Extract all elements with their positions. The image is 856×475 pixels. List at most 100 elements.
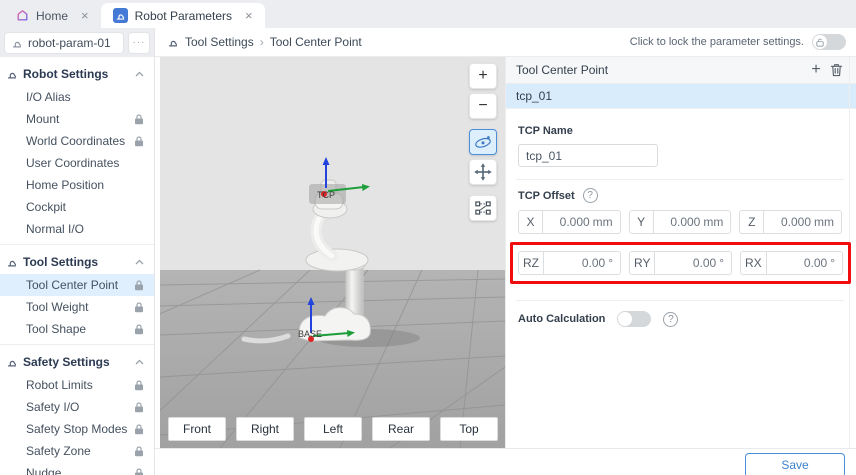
offset-field-y: Y 0.000 mm (629, 210, 732, 234)
sidebar-item-safety-zone[interactable]: Safety Zone (0, 440, 154, 462)
sidebar-item-normal-io[interactable]: Normal I/O (0, 218, 154, 240)
parameter-lock-toggle[interactable] (812, 34, 846, 50)
highlight-annotation: RZ 0.00 ° RY 0.00 ° RX (510, 242, 851, 284)
breadcrumb-current: Tool Center Point (270, 35, 362, 49)
sidebar-item-tool-shape[interactable]: Tool Shape (0, 318, 154, 340)
robot-arm-icon (6, 256, 18, 268)
sidebar-item-cockpit[interactable]: Cockpit (0, 196, 154, 218)
panel-title: Tool Center Point (516, 63, 608, 77)
tcp-name-input[interactable] (518, 144, 658, 167)
tcp-offset-label: TCP Offset ? (518, 188, 842, 203)
pan-move-button[interactable] (469, 159, 497, 185)
panel-header: Tool Center Point + (506, 57, 856, 84)
tcp-list-item-tcp01[interactable]: tcp_01 (506, 84, 856, 109)
view-rear-button[interactable]: Rear (372, 417, 430, 441)
zoom-in-button[interactable]: + (469, 63, 497, 89)
auto-calculation-label: Auto Calculation (518, 313, 605, 325)
delete-tcp-button[interactable] (826, 60, 846, 80)
chevron-up-icon[interactable] (135, 259, 144, 265)
lock-icon (134, 324, 144, 335)
sidebar-item-nudge[interactable]: Nudge (0, 462, 154, 475)
robot-arm-icon (6, 68, 18, 80)
auto-calculation-toggle[interactable] (617, 311, 651, 327)
view-preset-row: Front Right Left Rear Top (168, 417, 498, 441)
sidebar-item-safety-io[interactable]: Safety I/O (0, 396, 154, 418)
home-icon (16, 9, 29, 22)
offset-z-input[interactable]: 0.000 mm (764, 210, 842, 234)
lock-icon (134, 402, 144, 413)
axis-label: Y (629, 210, 654, 234)
robot-parameters-app: Home × Robot Parameters × robot-param-01 (0, 0, 856, 475)
axis-label: X (518, 210, 543, 234)
tcp-settings-panel: Tool Center Point + tcp_01 TCP Name TCP … (505, 57, 856, 448)
sidebar-item-tool-weight[interactable]: Tool Weight (0, 296, 154, 318)
section-label: Robot Settings (23, 67, 108, 81)
robot-3d-scene: TCP BASE (160, 57, 505, 448)
orbit-rotate-button[interactable] (469, 129, 497, 155)
robot-arm-icon (11, 37, 23, 49)
lock-icon (134, 380, 144, 391)
footer-bar: Save (155, 448, 856, 475)
sidebar-item-home-position[interactable]: Home Position (0, 174, 154, 196)
section-robot-settings[interactable]: Robot Settings (0, 61, 154, 86)
robot-arm-icon (167, 36, 179, 48)
measure-points-button[interactable] (469, 195, 497, 221)
lock-icon (134, 136, 144, 147)
close-icon[interactable]: × (81, 8, 89, 23)
sidebar-item-io-alias[interactable]: I/O Alias (0, 86, 154, 108)
offset-x-input[interactable]: 0.000 mm (543, 210, 621, 234)
sidebar-item-safety-stop-modes[interactable]: Safety Stop Modes (0, 418, 154, 440)
zoom-out-button[interactable]: − (469, 93, 497, 119)
pan-move-icon (473, 162, 493, 182)
sidebar-item-user-coordinates[interactable]: User Coordinates (0, 152, 154, 174)
tcp-offset-rotation-row: RZ 0.00 ° RY 0.00 ° RX (518, 251, 843, 275)
close-icon[interactable]: × (245, 8, 253, 23)
view-left-button[interactable]: Left (304, 417, 362, 441)
breadcrumb: Tool Settings › Tool Center Point (167, 35, 362, 49)
offset-rx-input[interactable]: 0.00 ° (767, 251, 843, 275)
axis-label: RX (740, 251, 767, 275)
sidebar-item-mount[interactable]: Mount (0, 108, 154, 130)
more-options-button[interactable]: ··· (128, 32, 150, 54)
help-icon[interactable]: ? (663, 312, 678, 327)
tab-home[interactable]: Home × (4, 3, 101, 28)
section-label: Tool Settings (23, 255, 98, 269)
viewport-controls: + − (469, 63, 497, 221)
help-icon[interactable]: ? (583, 188, 598, 203)
sidebar-item-robot-limits[interactable]: Robot Limits (0, 374, 154, 396)
divider (0, 344, 154, 345)
add-tcp-button[interactable]: + (806, 60, 826, 80)
tcp-name-label: TCP Name (518, 125, 842, 137)
breadcrumb-separator: › (260, 35, 264, 49)
trash-icon (830, 63, 843, 77)
section-safety-settings[interactable]: Safety Settings (0, 349, 154, 374)
lock-icon (134, 302, 144, 313)
orbit-rotate-icon (473, 132, 493, 152)
sidebar-item-world-coordinates[interactable]: World Coordinates (0, 130, 154, 152)
offset-field-z: Z 0.000 mm (739, 210, 842, 234)
tcp-frame-label: TCP (317, 190, 335, 200)
param-name-box[interactable]: robot-param-01 (4, 32, 124, 54)
breadcrumb-parent[interactable]: Tool Settings (185, 35, 254, 49)
viewport-3d[interactable]: TCP BASE + − (160, 57, 505, 448)
offset-y-input[interactable]: 0.000 mm (654, 210, 732, 234)
view-front-button[interactable]: Front (168, 417, 226, 441)
tab-robot-parameters-label: Robot Parameters (135, 9, 232, 23)
tab-home-label: Home (36, 9, 68, 23)
divider (516, 300, 844, 301)
chevron-up-icon[interactable] (135, 359, 144, 365)
save-button[interactable]: Save (745, 453, 845, 475)
offset-ry-input[interactable]: 0.00 ° (655, 251, 732, 275)
chevron-up-icon[interactable] (135, 71, 144, 77)
tab-bar: Home × Robot Parameters × (0, 0, 856, 28)
sidebar-item-tool-center-point[interactable]: Tool Center Point (0, 274, 154, 296)
tab-robot-parameters[interactable]: Robot Parameters × (101, 3, 265, 28)
offset-rz-input[interactable]: 0.00 ° (544, 251, 621, 275)
view-right-button[interactable]: Right (236, 417, 294, 441)
divider (0, 244, 154, 245)
section-tool-settings[interactable]: Tool Settings (0, 249, 154, 274)
section-label: Safety Settings (23, 355, 110, 369)
view-top-button[interactable]: Top (440, 417, 498, 441)
offset-field-rx: RX 0.00 ° (740, 251, 843, 275)
sidebar: robot-param-01 ··· Robot Settings I/O Al… (0, 28, 155, 475)
